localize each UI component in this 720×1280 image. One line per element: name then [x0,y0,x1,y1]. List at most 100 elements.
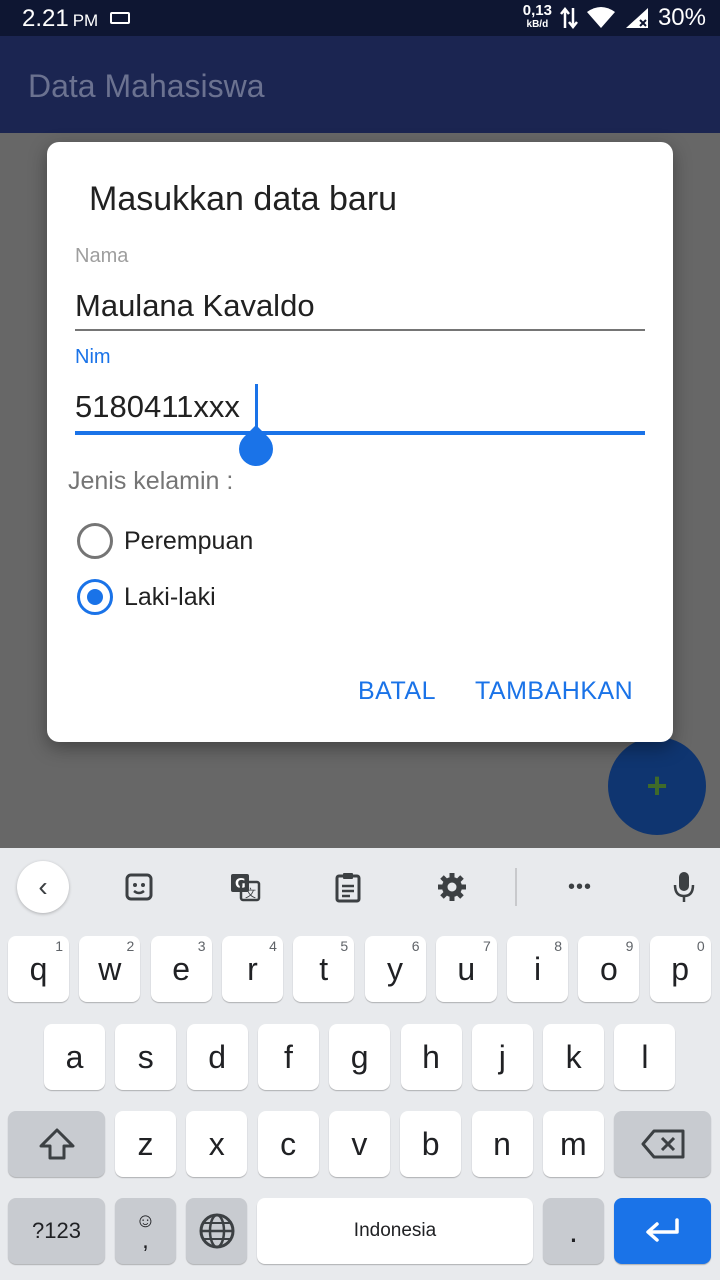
radio-label: Laki-laki [124,582,216,611]
text-cursor [255,384,258,428]
key-a[interactable]: a [44,1024,105,1090]
radio-laki-laki[interactable]: Laki-laki [77,579,216,615]
battery-level: 30% [657,4,706,31]
key-z[interactable]: z [115,1111,176,1177]
add-icon: + [646,765,668,806]
key-t[interactable]: t5 [293,936,355,1002]
shift-icon [39,1128,74,1160]
more-icon[interactable]: ••• [553,860,607,914]
toolbar-divider [515,868,517,906]
data-arrows-icon [559,6,578,30]
dialog-title: Masukkan data baru [89,180,398,218]
key-hint: 6 [411,938,420,954]
key-r[interactable]: r4 [221,936,283,1002]
soft-keyboard: ‹ G文 ••• q1w2e3r4t5y6u7i8o9p0 asdfghjkl … [0,848,720,1280]
key-hint: 4 [269,938,277,954]
key-hint: 2 [126,938,135,954]
keyboard-icon [110,12,130,24]
enter-key[interactable] [614,1198,711,1264]
key-hint: 0 [696,938,705,954]
app-bar: Data Mahasiswa [0,36,720,133]
key-hint: 3 [197,938,206,954]
gear-icon[interactable] [425,860,479,914]
key-hint: 5 [340,938,349,954]
nama-underline [75,329,645,331]
key-s[interactable]: s [115,1024,177,1090]
key-e[interactable]: e3 [150,936,212,1002]
key-hint: 8 [554,938,563,954]
key-label: u [457,950,476,987]
translate-icon[interactable]: G文 [218,860,272,914]
key-label: e [172,950,190,987]
gender-label: Jenis kelamin : [68,467,234,495]
key-hint: 7 [483,938,491,954]
radio-perempuan[interactable]: Perempuan [77,523,253,559]
radio-button-checked-icon[interactable] [77,579,113,615]
key-w[interactable]: w2 [79,936,141,1002]
key-y[interactable]: y6 [364,936,426,1002]
key-u[interactable]: u7 [435,936,497,1002]
add-button[interactable]: TAMBAHKAN [475,677,633,706]
key-k[interactable]: k [543,1024,605,1090]
svg-text:文: 文 [245,886,256,900]
nama-input[interactable]: Maulana Kavaldo [75,288,315,324]
cancel-button[interactable]: BATAL [358,677,436,706]
space-key[interactable]: Indonesia [257,1198,533,1264]
backspace-key[interactable] [614,1111,711,1177]
key-j[interactable]: j [471,1024,533,1090]
chevron-left-icon[interactable]: ‹ [17,861,69,913]
key-x[interactable]: x [186,1111,248,1177]
status-bar: 2.21 PM 0,13 kB/d 30% [0,0,720,36]
key-b[interactable]: b [400,1111,462,1177]
key-label: y [387,950,403,987]
microphone-icon[interactable] [657,860,711,914]
key-o[interactable]: o9 [578,936,640,1002]
key-label: r [247,950,258,987]
add-fab-button[interactable]: + [608,737,706,835]
key-hint: 9 [625,938,634,954]
key-label: q [29,950,48,987]
key-q[interactable]: q1 [8,936,69,1002]
language-key[interactable] [186,1198,247,1264]
key-l[interactable]: l [614,1024,676,1090]
keyboard-toolbar: ‹ G文 ••• [0,848,720,926]
key-label: i [534,950,542,987]
net-speed: 0,13 kB/d [522,2,552,30]
key-label: p [671,950,690,987]
status-time: 2.21 PM [22,5,99,32]
key-v[interactable]: v [328,1111,390,1177]
key-c[interactable]: c [257,1111,319,1177]
key-label: o [599,950,618,987]
add-data-dialog: Masukkan data baru Nama Maulana Kavaldo … [47,142,673,742]
key-label: t [319,950,329,987]
sticker-icon[interactable] [112,860,166,914]
nim-label: Nim [75,346,111,368]
nim-input[interactable]: 5180411xxx [75,389,240,425]
key-label: w [98,950,122,987]
clipboard-icon[interactable] [321,860,375,914]
backspace-icon [641,1129,684,1159]
status-icons: 0,13 kB/d 30% [523,2,706,34]
key-g[interactable]: g [329,1024,391,1090]
key-m[interactable]: m [542,1111,604,1177]
radio-button-unchecked-icon[interactable] [77,523,113,559]
key-f[interactable]: f [257,1024,319,1090]
emoji-comma-key[interactable]: ☺ , [115,1198,176,1264]
symbols-key[interactable]: ?123 [8,1198,105,1264]
radio-label: Perempuan [124,526,254,555]
enter-icon [645,1218,679,1242]
key-n[interactable]: n [471,1111,533,1177]
key-p[interactable]: p0 [649,936,711,1002]
globe-icon [199,1213,234,1249]
wifi-icon [586,7,615,28]
key-d[interactable]: d [186,1024,248,1090]
key-h[interactable]: h [400,1024,462,1090]
period-key[interactable]: . [543,1198,604,1264]
app-title: Data Mahasiswa [28,68,265,104]
key-hint: 1 [55,938,63,954]
key-i[interactable]: i8 [507,936,569,1002]
signal-icon [625,8,648,28]
shift-key[interactable] [8,1111,105,1177]
nim-underline [75,431,645,435]
nama-label: Nama [75,245,129,267]
